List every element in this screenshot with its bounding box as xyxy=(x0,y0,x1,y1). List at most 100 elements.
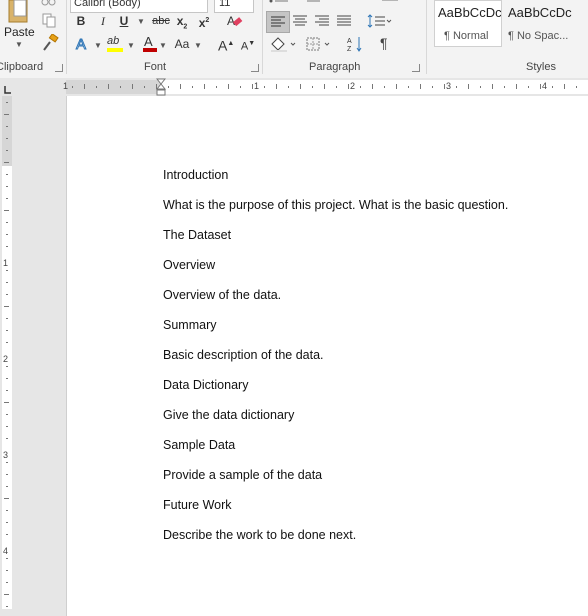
heading-introduction[interactable]: Introduction xyxy=(163,168,228,182)
ruler-tick xyxy=(216,86,217,88)
paragraph-overview-body[interactable]: Overview of the data. xyxy=(163,288,281,302)
vertical-ruler[interactable]: 1 2 3 4 xyxy=(0,96,14,609)
font-dialog-launcher[interactable] xyxy=(251,64,259,72)
bold-label: B xyxy=(76,14,86,28)
heading-summary[interactable]: Summary xyxy=(163,318,216,332)
chevron-down-icon: ▼ xyxy=(15,40,23,49)
ruler-tick xyxy=(360,86,361,88)
font-size-value: 11 xyxy=(219,0,231,9)
style-no-spacing[interactable]: AaBbCcDc ¶ No Spac... xyxy=(504,0,578,47)
paragraph-data-dictionary-body[interactable]: Give the data dictionary xyxy=(163,408,294,422)
align-left-icon xyxy=(271,16,285,27)
grow-font-label: A xyxy=(218,37,228,54)
italic-button[interactable]: I xyxy=(96,12,110,30)
vruler-tick xyxy=(6,570,8,571)
change-case-chevron-down-icon[interactable]: ▼ xyxy=(194,41,202,50)
first-line-indent-marker[interactable] xyxy=(155,78,167,96)
grow-font-button[interactable]: A▲ xyxy=(218,35,234,54)
heading-the-dataset[interactable]: The Dataset xyxy=(163,228,231,242)
style-heading-partial[interactable] xyxy=(580,0,588,47)
ruler-tick xyxy=(204,84,205,89)
shading-button[interactable] xyxy=(268,35,298,53)
borders-icon xyxy=(306,37,330,51)
ruler-number: 1 xyxy=(254,81,260,91)
sort-button[interactable]: AZ xyxy=(346,35,364,53)
subscript-button[interactable]: x2 xyxy=(174,12,190,30)
copy-button[interactable] xyxy=(41,12,57,28)
ruler-page-area: 1 1 2 3 4 xyxy=(63,78,588,96)
bold-button[interactable]: B xyxy=(74,12,88,30)
vruler-number: 1 xyxy=(3,258,9,268)
format-painter-button[interactable] xyxy=(41,33,59,52)
paragraph-summary-body[interactable]: Basic description of the data. xyxy=(163,348,324,362)
ruler-tick xyxy=(240,86,241,88)
paste-button[interactable]: Paste ▼ xyxy=(0,0,38,54)
vruler-tick xyxy=(6,222,8,223)
heading-data-dictionary[interactable]: Data Dictionary xyxy=(163,378,248,392)
ruler-number: 4 xyxy=(542,81,548,91)
borders-button[interactable] xyxy=(304,35,334,53)
highlight-color-bar xyxy=(107,48,123,52)
vruler-tick xyxy=(6,426,8,427)
font-color-chevron-down-icon[interactable]: ▼ xyxy=(159,41,167,50)
numbering-button[interactable] xyxy=(300,0,322,6)
justify-icon xyxy=(337,15,351,26)
sort-line-button[interactable] xyxy=(380,0,402,6)
ruler-tick xyxy=(348,84,349,89)
align-right-icon xyxy=(315,15,329,26)
vruler-tick xyxy=(4,306,9,307)
bullets-button[interactable] xyxy=(268,0,290,6)
font-group-label: Font xyxy=(144,61,167,73)
shrink-font-button[interactable]: A▼ xyxy=(240,35,256,53)
text-effects-chevron-down-icon[interactable]: ▼ xyxy=(94,41,102,50)
ruler-tick xyxy=(540,84,541,89)
style-normal-sample: AaBbCcDc xyxy=(438,5,502,20)
align-center-button[interactable] xyxy=(290,12,310,30)
paragraph-sample-data-body[interactable]: Provide a sample of the data xyxy=(163,468,322,482)
heading-sample-data[interactable]: Sample Data xyxy=(163,438,235,452)
styles-group-label: Styles xyxy=(526,61,556,73)
strikethrough-button[interactable]: abc xyxy=(149,12,173,30)
heading-overview[interactable]: Overview xyxy=(163,258,215,272)
line-spacing-button[interactable] xyxy=(366,12,394,30)
paragraph-group-label: Paragraph xyxy=(309,61,361,73)
underline-button[interactable]: U xyxy=(117,12,131,30)
ruler-tick xyxy=(372,84,373,89)
paragraph-future-work-body[interactable]: Describe the work to be done next. xyxy=(163,528,356,542)
vruler-tick xyxy=(6,534,8,535)
ruler-tick xyxy=(468,84,469,89)
style-normal[interactable]: AaBbCcDc ¶ Normal xyxy=(434,0,502,47)
highlight-chevron-down-icon[interactable]: ▼ xyxy=(127,41,135,50)
align-left-button[interactable] xyxy=(266,11,290,33)
underline-chevron-down-icon[interactable]: ▼ xyxy=(137,17,145,26)
clipboard-group-label: Clipboard xyxy=(0,61,44,73)
font-color-button[interactable]: A xyxy=(141,34,159,53)
font-color-bar xyxy=(143,48,157,52)
cut-button[interactable] xyxy=(41,0,57,6)
clear-formatting-button[interactable]: A xyxy=(226,12,244,30)
justify-button[interactable] xyxy=(334,12,354,30)
vruler-tick xyxy=(6,282,8,283)
underline-label: U xyxy=(119,14,129,28)
clipboard-dialog-launcher[interactable] xyxy=(55,64,63,72)
document-page[interactable]: Introduction What is the purpose of this… xyxy=(66,96,588,616)
copy-icon xyxy=(42,13,56,28)
paragraph-dialog-launcher[interactable] xyxy=(412,64,420,72)
change-case-button[interactable]: Aa xyxy=(172,35,192,53)
text-effects-button[interactable]: A xyxy=(74,35,94,54)
vruler-tick xyxy=(6,246,8,247)
highlight-button[interactable]: ab xyxy=(105,35,127,53)
show-marks-button[interactable]: ¶ xyxy=(378,35,394,53)
heading-future-work[interactable]: Future Work xyxy=(163,498,232,512)
align-right-button[interactable] xyxy=(312,12,332,30)
ruler-tick xyxy=(132,84,133,89)
vruler-tick xyxy=(4,594,9,595)
vruler-number: 3 xyxy=(3,450,9,460)
vruler-tick xyxy=(6,138,8,139)
tab-selector[interactable] xyxy=(2,82,12,94)
superscript-button[interactable]: x2 xyxy=(196,12,212,30)
paragraph-introduction-body[interactable]: What is the purpose of this project. Wha… xyxy=(163,198,508,212)
ruler-tick xyxy=(168,86,169,88)
paint-bucket-icon xyxy=(271,37,296,52)
horizontal-ruler[interactable]: 1 1 2 3 4 xyxy=(0,78,588,96)
